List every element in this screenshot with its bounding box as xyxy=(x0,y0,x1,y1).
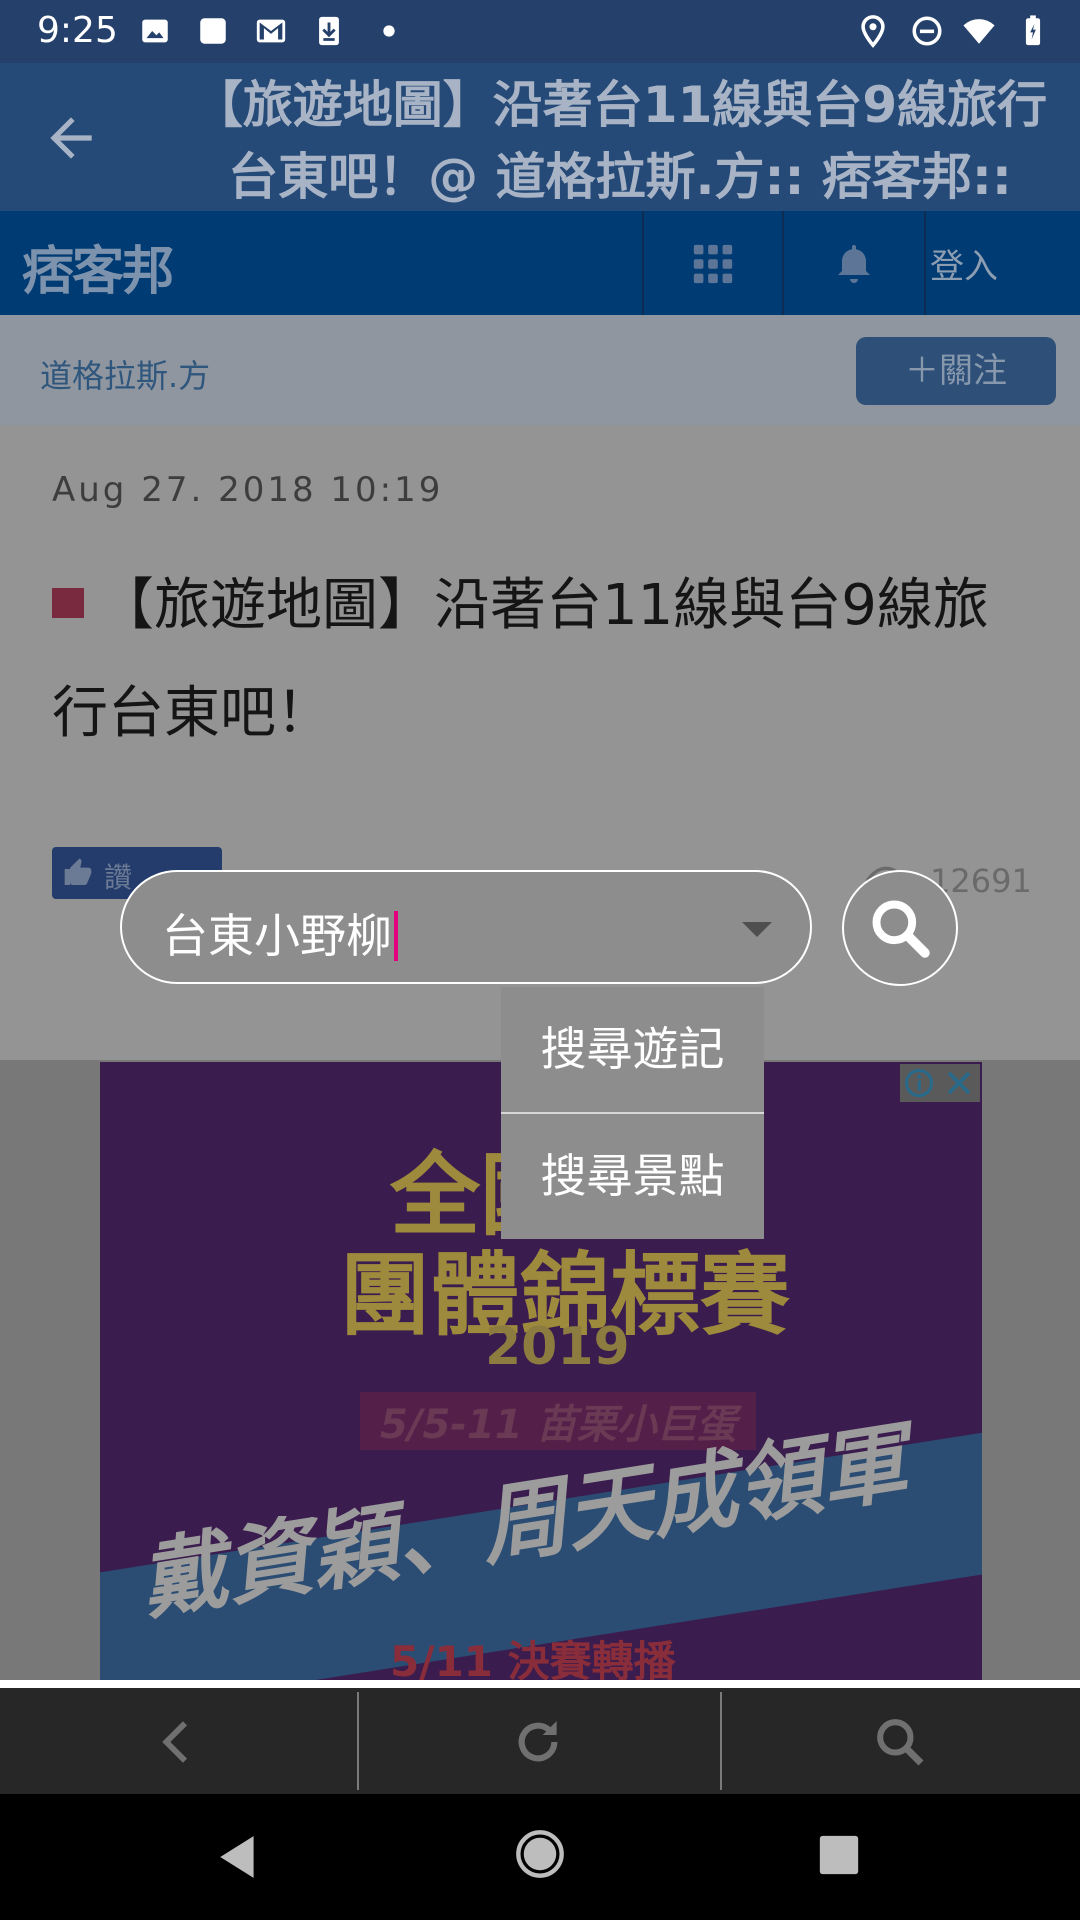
follow-button[interactable]: ＋關注 xyxy=(856,337,1056,405)
search-type-menu: 搜尋遊記 搜尋景點 xyxy=(501,987,764,1239)
gmail-icon xyxy=(256,19,286,43)
back-arrow-icon[interactable] xyxy=(40,107,102,169)
dropdown-arrow-icon[interactable] xyxy=(742,922,772,937)
search-text: 台東小野柳 xyxy=(162,909,392,963)
blog-author-link[interactable]: 道格拉斯.方 xyxy=(40,351,210,397)
site-header: 痞客邦 登入 xyxy=(0,211,1080,315)
close-icon[interactable] xyxy=(944,1068,974,1098)
refresh-icon[interactable] xyxy=(510,1714,566,1770)
magnifier-icon xyxy=(872,900,930,958)
download-icon xyxy=(319,16,339,46)
pixnet-logo[interactable]: 痞客邦 xyxy=(22,229,174,304)
status-bar: 9:25 xyxy=(0,0,1080,63)
info-icon[interactable] xyxy=(904,1068,934,1098)
search-input[interactable]: 台東小野柳 xyxy=(120,870,812,984)
dnd-icon xyxy=(912,16,942,46)
app-bar: 【旅遊地圖】沿著台11線與台9線旅行台東吧！@ 道格拉斯.方:: 痞客邦:: xyxy=(0,63,1080,211)
apps-grid-icon[interactable] xyxy=(690,241,736,287)
header-divider xyxy=(924,211,926,315)
search-button[interactable] xyxy=(842,870,958,986)
ad-choices[interactable] xyxy=(900,1064,980,1102)
dot-icon xyxy=(383,25,395,37)
thumbs-up-icon xyxy=(64,858,92,885)
blog-bar: 道格拉斯.方 ＋關注 xyxy=(0,315,1080,425)
battery-icon xyxy=(1025,15,1041,46)
toolbar-divider xyxy=(720,1692,722,1790)
post-title-text: 【旅遊地圖】沿著台11線與台9線旅行台東吧！ xyxy=(52,573,989,746)
system-nav-bar xyxy=(0,1794,1080,1920)
search-icon[interactable] xyxy=(872,1714,928,1770)
pin-icon xyxy=(52,587,84,618)
like-label: 讚 xyxy=(104,861,133,894)
post-date: Aug 27. 2018 10:19 xyxy=(52,470,444,510)
image-icon xyxy=(142,19,168,43)
bell-icon[interactable] xyxy=(830,239,878,287)
status-time: 9:25 xyxy=(37,10,118,51)
text-caret xyxy=(394,910,398,961)
menu-item-search-travelogues[interactable]: 搜尋遊記 xyxy=(501,987,764,1112)
system-recents-icon[interactable] xyxy=(816,1832,862,1878)
page-title: 【旅遊地圖】沿著台11線與台9線旅行台東吧！@ 道格拉斯.方:: 痞客邦:: xyxy=(170,69,1070,213)
search-input-value: 台東小野柳 xyxy=(162,900,398,966)
wifi-icon xyxy=(963,19,995,44)
menu-item-search-attractions[interactable]: 搜尋景點 xyxy=(501,1114,764,1239)
ad-year: 2019 xyxy=(485,1317,630,1377)
square-icon xyxy=(200,18,226,44)
system-home-icon[interactable] xyxy=(514,1828,566,1880)
chevron-left-icon[interactable] xyxy=(150,1714,206,1770)
header-divider xyxy=(642,211,644,315)
ad-final: 5/11 決賽轉播 xyxy=(390,1637,676,1680)
login-link[interactable]: 登入 xyxy=(930,239,998,288)
browser-toolbar xyxy=(0,1688,1080,1794)
page-title-text: 【旅遊地圖】沿著台11線與台9線旅行台東吧！@ 道格拉斯.方:: 痞客邦:: xyxy=(192,76,1048,206)
location-icon xyxy=(861,15,885,48)
system-back-icon[interactable] xyxy=(214,1832,264,1882)
toolbar-divider xyxy=(357,1692,359,1790)
post-title: 【旅遊地圖】沿著台11線與台9線旅行台東吧！ xyxy=(52,552,1012,768)
header-divider xyxy=(782,211,784,315)
